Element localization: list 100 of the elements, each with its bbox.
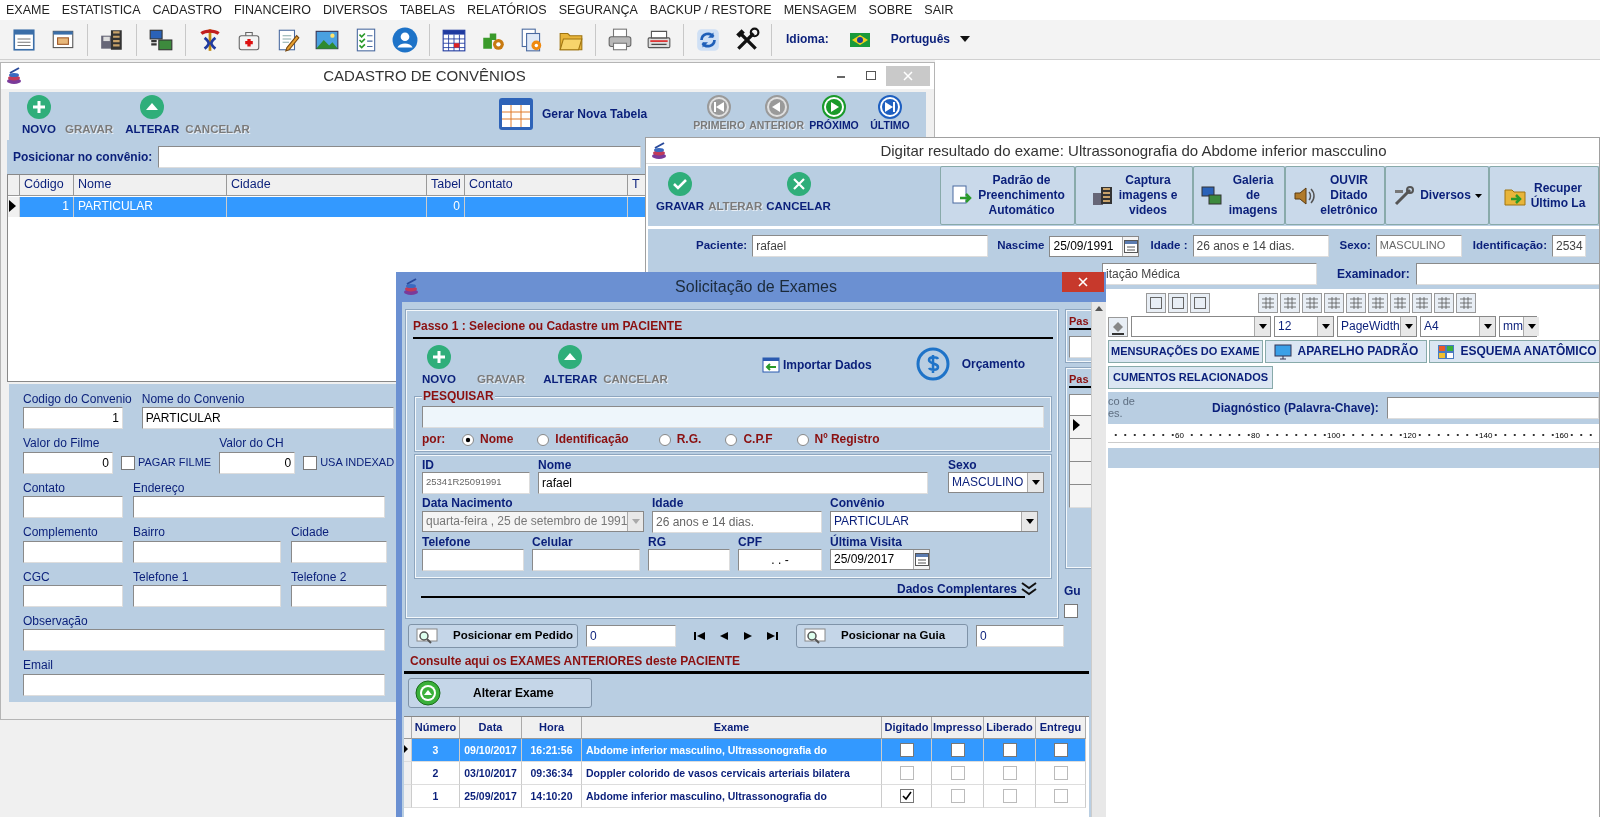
radio-button[interactable]: [796, 433, 809, 446]
input-field[interactable]: rafael: [538, 472, 928, 495]
checkbox[interactable]: [121, 455, 135, 470]
tab[interactable]: APARELHO PADRÃO: [1264, 340, 1428, 363]
input-field[interactable]: [23, 629, 385, 652]
table-tool-icon[interactable]: [1434, 293, 1454, 313]
checkbox[interactable]: [899, 742, 914, 757]
input-field[interactable]: [1069, 394, 1093, 417]
cell-border-icon[interactable]: [1190, 293, 1210, 313]
double-chevron-icon[interactable]: [1021, 582, 1037, 597]
input-field[interactable]: PARTICULAR: [141, 407, 394, 430]
table-tool-icon[interactable]: [1390, 293, 1410, 313]
input-field[interactable]: rafael: [752, 235, 989, 257]
menu-item[interactable]: ESTATISTICA: [55, 0, 147, 20]
dropdown[interactable]: PageWidth: [1337, 316, 1417, 337]
input-field[interactable]: [1069, 336, 1093, 359]
checkbox[interactable]: [1002, 742, 1017, 757]
column-header[interactable]: Cidade: [227, 175, 427, 196]
checkbox[interactable]: [899, 788, 914, 803]
checkbox[interactable]: [1053, 788, 1068, 803]
menu-item[interactable]: FINANCEIRO: [227, 0, 318, 20]
input-field[interactable]: [1415, 263, 1599, 285]
printer-icon[interactable]: [607, 26, 633, 53]
input-field[interactable]: [648, 548, 730, 571]
save-button[interactable]: GRAVAR: [656, 172, 705, 214]
input-field[interactable]: [23, 496, 123, 519]
table-tool-icon[interactable]: [1368, 293, 1388, 313]
input-field[interactable]: [133, 584, 281, 607]
radio-button[interactable]: [725, 433, 738, 446]
new-button[interactable]: NOVO: [419, 345, 459, 388]
paint-bucket-icon[interactable]: [1108, 316, 1128, 337]
input-field[interactable]: [532, 548, 640, 571]
input-field[interactable]: [422, 548, 524, 571]
radio-button[interactable]: [462, 433, 474, 446]
table-tool-icon[interactable]: [1302, 293, 1322, 313]
menu-item[interactable]: DIVERSOS: [317, 0, 394, 20]
dropdown[interactable]: mm: [1499, 316, 1537, 337]
checkbox[interactable]: [1002, 788, 1017, 803]
tool-button[interactable]: Captura imagens e videos: [1075, 166, 1193, 225]
column-header[interactable]: Liberado: [984, 716, 1036, 739]
input-field[interactable]: [133, 496, 385, 519]
checkbox[interactable]: [899, 765, 914, 780]
locate-button[interactable]: Posicionar na Guia: [796, 624, 968, 649]
column-header[interactable]: Contato: [465, 175, 628, 196]
checkbox[interactable]: [950, 765, 965, 780]
input-field[interactable]: 25341R25091991: [422, 472, 530, 495]
input-field[interactable]: [133, 540, 281, 563]
tools-icon[interactable]: [734, 26, 760, 53]
previous-icon[interactable]: [718, 631, 730, 642]
dropdown[interactable]: MASCULINO: [948, 472, 1044, 494]
column-header[interactable]: Número: [412, 716, 460, 739]
locate-button[interactable]: Posicionar em Pedido: [408, 624, 578, 649]
dropdown[interactable]: quarta-feira , 25 de setembro de 1991: [422, 510, 644, 532]
dropdown[interactable]: PARTICULAR: [830, 510, 1038, 532]
input-field[interactable]: 26 anos e 14 dias.: [652, 510, 822, 533]
table-tool-icon[interactable]: [1324, 293, 1344, 313]
column-header[interactable]: Código: [20, 175, 74, 196]
table-tool-icon[interactable]: [1346, 293, 1366, 313]
checkbox[interactable]: [950, 788, 965, 803]
input-field[interactable]: 26 anos e 14 dias.: [1192, 235, 1329, 257]
radio-option[interactable]: Nº Registro: [796, 432, 880, 447]
table-tool-icon[interactable]: [1456, 293, 1476, 313]
menu-item[interactable]: TABELAS: [393, 0, 461, 20]
tab[interactable]: MENSURAÇÕES DO EXAME: [1108, 340, 1263, 363]
table-tool-icon[interactable]: [1280, 293, 1300, 313]
tool-button[interactable]: OUVIR Ditado eletrônico: [1285, 166, 1385, 225]
last-record-button[interactable]: ÚLTIMO: [864, 95, 916, 131]
generate-table-button[interactable]: Gerar Nova Tabela: [498, 97, 648, 131]
menu-item[interactable]: SAIR: [918, 0, 960, 20]
cell-border-icon[interactable]: [1146, 293, 1166, 313]
column-header[interactable]: Hora: [522, 716, 582, 739]
cell-border-icon[interactable]: [1168, 293, 1188, 313]
menu-item[interactable]: MENSAGEM: [777, 0, 863, 20]
edit-button[interactable]: ALTERAR: [125, 95, 180, 137]
checkbox[interactable]: [303, 455, 318, 470]
input-field[interactable]: [23, 540, 123, 563]
column-header[interactable]: Digitado: [882, 716, 932, 739]
column-header[interactable]: Data: [460, 716, 522, 739]
first-record-icon[interactable]: [694, 631, 706, 642]
dropdown[interactable]: A4: [1420, 316, 1496, 337]
list-icon[interactable]: [11, 26, 37, 53]
input-field[interactable]: 2534: [1552, 235, 1586, 257]
table-tool-icon[interactable]: [1412, 293, 1432, 313]
table-tool-icon[interactable]: [1258, 293, 1278, 313]
column-header[interactable]: Entregu: [1036, 716, 1086, 739]
close-button[interactable]: [1062, 272, 1104, 292]
input-field[interactable]: [291, 584, 387, 607]
input-field[interactable]: . . -: [738, 548, 822, 571]
user-icon[interactable]: [392, 26, 418, 53]
input-field[interactable]: 1: [23, 407, 123, 430]
input-field[interactable]: 0: [23, 451, 113, 474]
tab[interactable]: ESQUEMA ANATÔMICO: [1429, 340, 1599, 363]
radio-option[interactable]: Identificação: [537, 432, 629, 447]
last-record-icon[interactable]: [766, 631, 778, 642]
menu-item[interactable]: SOBRE: [862, 0, 919, 20]
next-icon[interactable]: [742, 631, 754, 642]
language-dropdown[interactable]: Português: [890, 32, 970, 47]
checkbox[interactable]: [1064, 604, 1078, 619]
radio-option[interactable]: C.P.F: [725, 432, 773, 447]
tab[interactable]: CUMENTOS RELACIONADOS: [1108, 366, 1274, 389]
